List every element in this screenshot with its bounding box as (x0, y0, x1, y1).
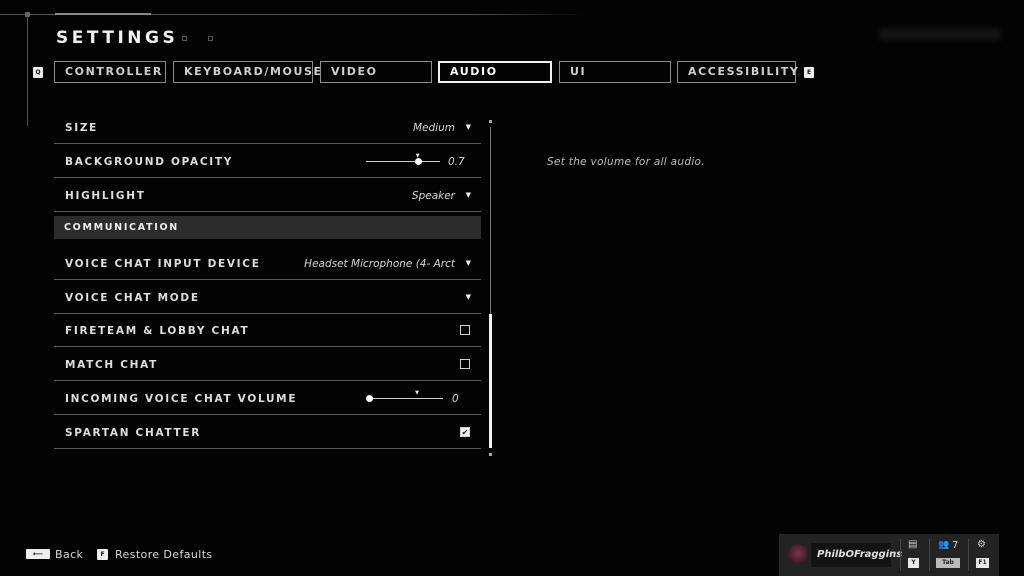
row-divider (54, 279, 481, 280)
tab-keyboard-mouse[interactable]: KEYBOARD/MOUSE (173, 61, 321, 83)
dropdown-caret-icon[interactable]: ▼ (466, 293, 471, 301)
settings-gear-icon[interactable]: ⚙ (977, 539, 986, 550)
chat-icon[interactable]: ▤ (908, 539, 917, 550)
slider-value: 0 (452, 393, 459, 405)
row-divider (54, 414, 481, 415)
setting-label: INCOMING VOICE CHAT VOLUME (65, 393, 298, 405)
tab-accessibility[interactable]: ACCESSIBILITY (677, 61, 798, 83)
setting-label: HIGHLIGHT (65, 190, 146, 202)
back-button[interactable]: Back (55, 548, 83, 561)
setting-description: Set the volume for all audio. (547, 156, 705, 168)
tab-audio[interactable]: AUDIO (438, 61, 552, 83)
scrollbar-thumb[interactable] (489, 314, 492, 448)
setting-label: VOICE CHAT MODE (65, 292, 200, 304)
slider-value: 0.7 (448, 156, 465, 168)
row-divider (54, 346, 481, 347)
friends-count: 7 (952, 540, 959, 551)
blurred-header-text (880, 28, 1000, 40)
slider-knob[interactable] (414, 158, 422, 165)
chat-key: Y (908, 558, 919, 568)
header-vertical-rule (27, 14, 28, 126)
match-chat-checkbox[interactable] (460, 359, 470, 369)
header-rule-highlight (55, 13, 151, 15)
row-divider (54, 380, 481, 381)
friends-key: Tab (936, 558, 960, 568)
setting-background-opacity[interactable]: BACKGROUND OPACITY ▼ 0.7 (54, 145, 481, 178)
section-label: COMMUNICATION (64, 222, 179, 233)
setting-size[interactable]: SIZE Medium ▼ (54, 111, 481, 144)
setting-label: SIZE (65, 122, 99, 134)
fireteam-lobby-chat-checkbox[interactable] (460, 325, 470, 335)
setting-voice-chat-input-device[interactable]: VOICE CHAT INPUT DEVICE Headset Micropho… (54, 247, 481, 280)
setting-match-chat[interactable]: MATCH CHAT (54, 348, 481, 381)
back-key-icon: ⟵ (26, 549, 50, 559)
player-name[interactable]: PhilbOFraggins (817, 549, 902, 560)
setting-spartan-chatter[interactable]: SPARTAN CHATTER ✔ (54, 416, 481, 449)
next-tab-key[interactable]: E (804, 67, 814, 78)
dropdown-caret-icon[interactable]: ▼ (466, 123, 471, 131)
friends-icon[interactable]: 👥 (938, 540, 949, 550)
page-title: SETTINGS (56, 28, 179, 48)
dropdown-value[interactable]: Medium (413, 122, 455, 134)
setting-label: SPARTAN CHATTER (65, 427, 202, 439)
section-header-communication: COMMUNICATION (54, 216, 481, 239)
rule-junction-dot (25, 12, 30, 17)
incoming-voice-volume-slider[interactable]: ▼ (366, 390, 443, 402)
spartan-chatter-checkbox[interactable]: ✔ (460, 427, 470, 437)
row-divider (54, 143, 481, 144)
dropdown-value[interactable]: Speaker (412, 190, 455, 202)
prev-tab-key[interactable]: Q (33, 67, 43, 78)
dropdown-value[interactable]: Headset Microphone (4- Arct (304, 258, 455, 270)
player-avatar[interactable] (788, 544, 808, 564)
setting-label: BACKGROUND OPACITY (65, 156, 234, 168)
title-decoration (182, 36, 222, 42)
tab-ui[interactable]: UI (559, 61, 671, 83)
settings-key: F1 (976, 558, 989, 568)
background-opacity-slider[interactable]: ▼ (366, 153, 440, 165)
tab-video[interactable]: VIDEO (320, 61, 432, 83)
setting-fireteam-lobby-chat[interactable]: FIRETEAM & LOBBY CHAT (54, 314, 481, 347)
player-bar-divider (900, 539, 901, 571)
setting-label: VOICE CHAT INPUT DEVICE (65, 258, 261, 270)
slider-knob[interactable] (366, 395, 373, 402)
setting-incoming-voice-chat-volume[interactable]: INCOMING VOICE CHAT VOLUME ▼ 0 (54, 382, 481, 415)
setting-label: FIRETEAM & LOBBY CHAT (65, 325, 250, 337)
row-divider (54, 448, 481, 449)
player-bar-divider (968, 539, 969, 571)
default-marker-icon: ▼ (415, 390, 419, 396)
scroll-down-indicator (489, 453, 492, 456)
setting-voice-chat-mode[interactable]: VOICE CHAT MODE ▼ (54, 281, 481, 314)
row-divider (54, 211, 481, 212)
setting-label: MATCH CHAT (65, 359, 159, 371)
scroll-up-indicator (489, 120, 492, 123)
dropdown-caret-icon[interactable]: ▼ (466, 191, 471, 199)
restore-key-icon: F (97, 549, 108, 560)
player-bar-divider (929, 539, 930, 571)
setting-highlight[interactable]: HIGHLIGHT Speaker ▼ (54, 179, 481, 212)
tab-controller[interactable]: CONTROLLER (54, 61, 166, 83)
restore-defaults-button[interactable]: Restore Defaults (115, 548, 213, 561)
row-divider (54, 177, 481, 178)
dropdown-caret-icon[interactable]: ▼ (466, 259, 471, 267)
